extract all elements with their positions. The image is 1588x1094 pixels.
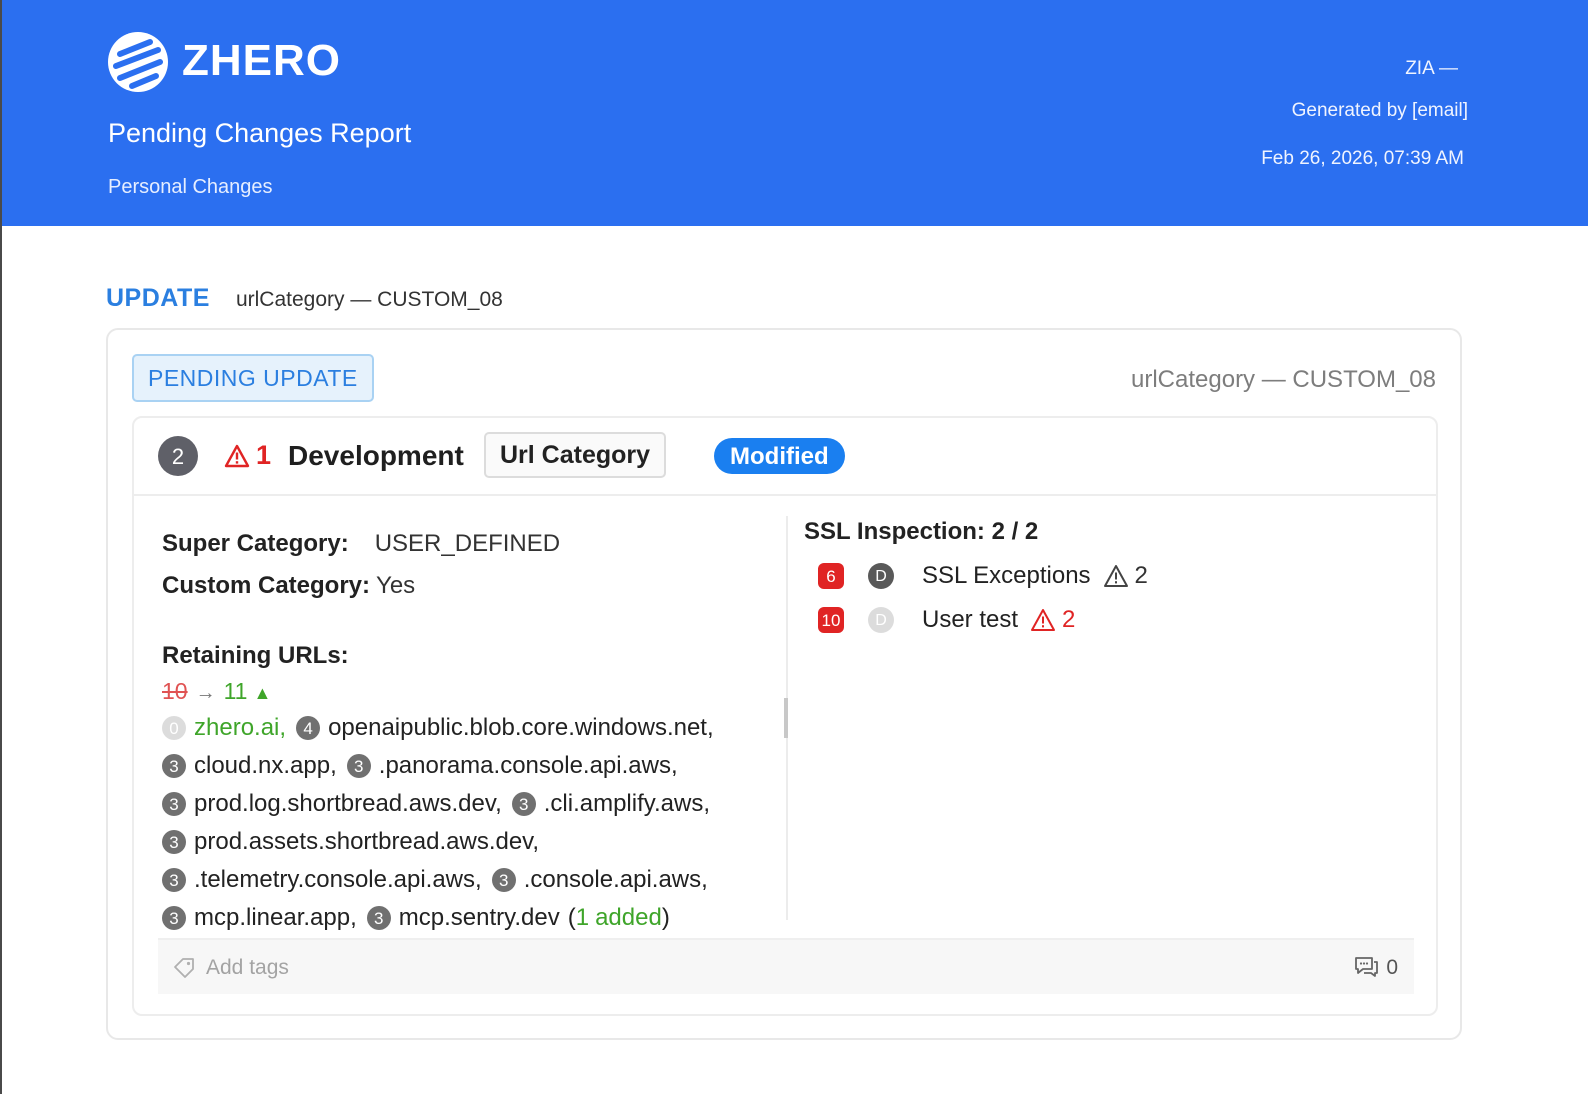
change-item: 2 1 Development Url Category Modified Su… <box>132 416 1438 1016</box>
comment-count: 0 <box>1386 956 1398 979</box>
old-url-count: 10 <box>162 678 188 704</box>
report-header: ZHERO Pending Changes Report Personal Ch… <box>2 0 1588 226</box>
url-count-badge: 3 <box>366 906 391 930</box>
url-item: .panorama.console.api.aws, <box>378 752 678 779</box>
url-count-badge: 3 <box>162 868 186 892</box>
ssl-inspection-title: SSL Inspection: 2 / 2 <box>804 518 1039 545</box>
ssl-rule-warning: 2 <box>1030 606 1075 634</box>
url-count-badge: 3 <box>162 906 186 930</box>
url-item: prod.log.shortbread.aws.dev, <box>194 790 502 817</box>
warning-count: 1 <box>256 440 272 470</box>
change-count-badge: 2 <box>158 436 198 476</box>
arrow-right-icon: → <box>195 682 216 704</box>
brand-name: ZHERO <box>182 36 341 85</box>
added-summary-word: added <box>595 904 662 931</box>
url-list-row: 0 zhero.ai, 4 openaipublic.blob.core.win… <box>162 714 714 742</box>
comment-icon[interactable] <box>1352 954 1380 980</box>
url-count-badge: 0 <box>162 716 186 740</box>
url-count-badge: 3 <box>346 754 371 778</box>
ssl-rule-row[interactable]: 6 D SSL Exceptions 2 <box>818 562 1148 590</box>
increase-triangle-icon: ▲ <box>253 683 272 703</box>
ssl-rule-count-badge: 10 <box>818 607 844 633</box>
url-count-badge: 3 <box>162 754 186 778</box>
section-resource-name: urlCategory — CUSTOM_08 <box>235 288 503 311</box>
added-summary-count: 1 <box>575 904 590 931</box>
url-list-row: 3 .telemetry.console.api.aws, 3 .console… <box>162 866 708 894</box>
ssl-rule-d-badge: D <box>868 607 894 633</box>
change-item-header[interactable]: 2 1 Development Url Category Modified <box>134 418 1436 496</box>
ssl-rule-warning-count: 2 <box>1134 562 1148 589</box>
report-subtitle: Personal Changes <box>108 176 273 198</box>
add-tags-button[interactable]: Add tags <box>206 956 289 980</box>
url-count-badge: 3 <box>511 792 536 816</box>
ssl-rule-row[interactable]: 10 D User test 2 <box>818 606 1075 634</box>
header-meta-timestamp: Feb 26, 2026, 07:39 AM <box>1261 148 1464 169</box>
url-item: openaipublic.blob.core.windows.net, <box>328 714 714 741</box>
change-card: PENDING UPDATE urlCategory — CUSTOM_08 2… <box>106 328 1462 1040</box>
pending-update-badge: PENDING UPDATE <box>132 354 374 402</box>
change-item-footer: Add tags 0 <box>158 938 1414 994</box>
section-heading: UPDATE urlCategory — CUSTOM_08 <box>106 284 503 313</box>
custom-category-label: Custom Category: <box>162 572 371 599</box>
super-category-row: Super Category: USER_DEFINED <box>162 530 560 558</box>
section-action: UPDATE <box>106 284 210 312</box>
modified-status-pill: Modified <box>714 438 845 474</box>
url-item: cloud.nx.app, <box>194 752 337 779</box>
ssl-rule-warning: 2 <box>1103 562 1148 590</box>
warning-icon <box>1103 565 1128 587</box>
url-item: .console.api.aws, <box>523 866 708 893</box>
tag-icon[interactable] <box>172 956 196 980</box>
url-list-row: 3 prod.log.shortbread.aws.dev, 3 .cli.am… <box>162 790 710 818</box>
resource-type-tag: Url Category <box>484 432 667 478</box>
card-resource-id: urlCategory — CUSTOM_08 <box>1131 366 1436 393</box>
super-category-label: Super Category: <box>162 530 349 557</box>
ssl-rule-d-badge: D <box>868 563 894 589</box>
retaining-urls-label: Retaining URLs: <box>162 642 349 669</box>
super-category-value: USER_DEFINED <box>374 530 561 557</box>
column-resize-handle[interactable] <box>784 698 788 738</box>
url-list-row: 3 prod.assets.shortbread.aws.dev, <box>162 828 539 856</box>
url-item-added: zhero.ai, <box>194 714 287 741</box>
zhero-logo-icon <box>108 32 168 92</box>
url-item: mcp.sentry.dev <box>398 904 560 931</box>
ssl-rule-count-badge: 6 <box>818 563 844 589</box>
added-summary-close: ) <box>661 904 670 931</box>
url-count-badge: 3 <box>162 792 186 816</box>
ssl-rule-name: SSL Exceptions <box>922 562 1091 589</box>
new-url-count: 11 <box>223 678 248 704</box>
custom-category-value: Yes <box>376 572 416 599</box>
added-summary-open: ( <box>567 904 576 931</box>
url-item: mcp.linear.app, <box>194 904 357 931</box>
ssl-rule-name: User test <box>922 606 1019 633</box>
url-count-badge: 3 <box>162 830 186 854</box>
report-title: Pending Changes Report <box>108 118 412 148</box>
header-meta-product: ZIA — <box>1405 58 1458 79</box>
warning-icon <box>224 444 250 468</box>
url-list-row: 3 cloud.nx.app, 3 .panorama.console.api.… <box>162 752 678 780</box>
url-count-badge: 3 <box>491 868 516 892</box>
url-item: prod.assets.shortbread.aws.dev, <box>194 828 540 855</box>
url-list-row: 3 mcp.linear.app, 3 mcp.sentry.dev (1 add… <box>162 904 670 932</box>
url-count-badge: 4 <box>296 716 321 740</box>
url-item: .cli.amplify.aws, <box>543 790 710 817</box>
url-item: .telemetry.console.api.aws, <box>194 866 482 893</box>
ssl-rule-warning-count: 2 <box>1062 606 1076 633</box>
custom-category-row: Custom Category: Yes <box>162 572 415 600</box>
environment-name: Development <box>288 440 464 471</box>
warning-icon <box>1031 609 1056 631</box>
header-meta-generated-by: Generated by [email] <box>1291 100 1468 121</box>
url-count-diff: 10 → 11 ▲ <box>162 678 271 705</box>
